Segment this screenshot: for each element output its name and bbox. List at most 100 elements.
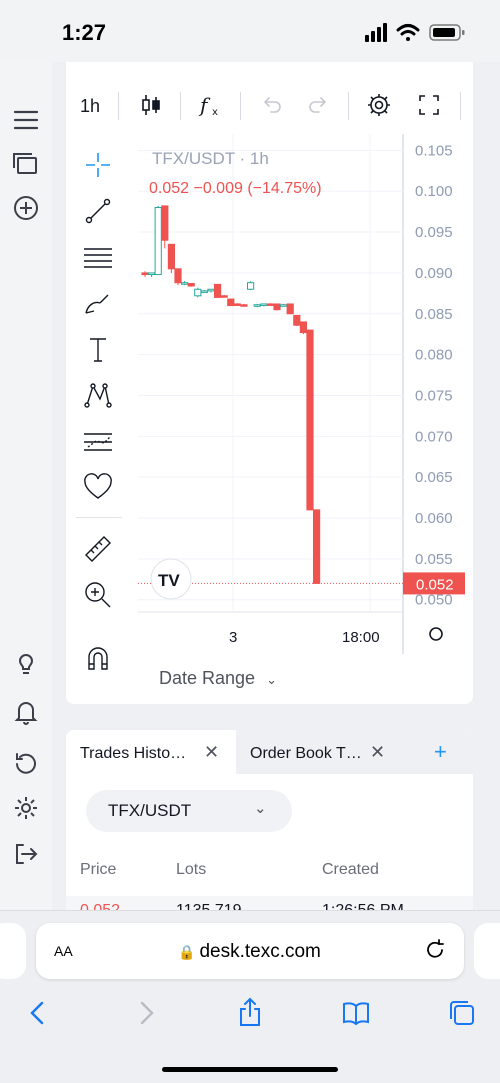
reload-icon[interactable] — [422, 937, 448, 968]
forecast-icon[interactable] — [80, 423, 116, 459]
candle-body — [220, 295, 228, 298]
candle-body — [227, 298, 235, 307]
text-tool-icon[interactable] — [80, 331, 116, 367]
bookmarks-icon[interactable] — [338, 995, 374, 1031]
browser-toolbar: AA 🔒 desk.texc.com — [0, 910, 500, 1083]
share-icon[interactable] — [232, 995, 268, 1031]
candle-body — [167, 243, 175, 270]
logout-icon[interactable] — [8, 836, 44, 872]
tabs-icon[interactable] — [444, 995, 480, 1031]
indicators-icon[interactable]: fx — [198, 92, 224, 123]
drawing-toolbar — [66, 147, 128, 704]
wifi-icon — [396, 24, 420, 41]
chevron-down-icon: ⌄ — [254, 800, 267, 817]
bell-icon[interactable] — [8, 694, 44, 730]
lightbulb-icon[interactable] — [8, 645, 44, 681]
price-tick-label: 0.085 — [415, 306, 453, 323]
date-range-button[interactable]: Date Range ⌄ — [159, 668, 277, 689]
url-display[interactable]: 🔒 desk.texc.com — [178, 941, 321, 963]
back-icon[interactable] — [20, 995, 56, 1031]
candlestick-chart[interactable]: 0.105 0.100 0.095 0.090 0.085 0.080 0.075 0.070… — [138, 134, 473, 704]
fib-retracement-icon[interactable] — [80, 239, 116, 275]
windows-icon[interactable] — [8, 146, 44, 182]
history-icon[interactable] — [8, 746, 44, 782]
axis-settings-icon — [429, 627, 443, 641]
candle-body — [187, 283, 195, 287]
pair-select-value: TFX/USDT — [108, 801, 192, 820]
ruler-icon[interactable] — [80, 531, 116, 567]
candle-body — [148, 272, 156, 276]
column-header-price: Price — [80, 861, 117, 878]
candle-body — [200, 290, 208, 293]
close-icon[interactable]: ✕ — [370, 742, 385, 763]
svg-text:f: f — [198, 93, 211, 117]
time-tick-label: 18:00 — [342, 629, 380, 646]
next-tab-preview[interactable] — [474, 923, 500, 979]
chart-settings-icon[interactable] — [366, 92, 392, 123]
candle-body — [293, 314, 301, 326]
column-header-lots: Lots — [176, 861, 207, 878]
previous-tab-preview[interactable] — [0, 923, 26, 979]
candle-body — [253, 304, 261, 307]
pattern-icon[interactable] — [80, 377, 116, 413]
brush-icon[interactable] — [80, 285, 116, 321]
candle-body — [233, 303, 242, 306]
status-bar: 1:27 — [0, 0, 500, 62]
chevron-down-icon: ⌄ — [266, 672, 277, 687]
price-tick-label: 0.065 — [415, 469, 453, 486]
reader-aa-button[interactable]: AA — [54, 940, 73, 962]
date-range-label: Date Range — [159, 668, 256, 688]
add-circle-icon[interactable] — [8, 190, 44, 226]
menu-icon[interactable] — [8, 102, 44, 138]
candle-body — [161, 205, 169, 241]
trend-line-icon[interactable] — [80, 193, 116, 229]
price-tick-label: 0.100 — [415, 183, 453, 200]
lock-icon: 🔒 — [178, 944, 196, 960]
price-tick-label: 0.070 — [415, 428, 453, 445]
candle-body — [247, 282, 255, 290]
tab-trades-history[interactable]: Trades Histo… ✕ — [66, 730, 236, 774]
url-text: desk.texc.com — [199, 941, 321, 962]
pair-select[interactable]: TFX/USDT ⌄ — [86, 790, 292, 832]
left-rail — [0, 62, 52, 910]
candles-icon[interactable] — [138, 92, 164, 123]
price-tick-label: 0.075 — [415, 387, 453, 404]
candle-body — [306, 329, 314, 511]
cellular-signal-icon — [365, 23, 387, 42]
forward-icon[interactable] — [128, 995, 164, 1031]
column-header-created: Created — [322, 861, 379, 878]
chart-area[interactable]: 0.105 0.100 0.095 0.090 0.085 0.080 0.075 0.070… — [138, 134, 473, 704]
price-tick-label: 0.090 — [415, 265, 453, 282]
favorites-heart-icon[interactable] — [80, 469, 116, 505]
candle-body — [313, 509, 321, 584]
status-icons — [365, 20, 475, 46]
battery-icon — [429, 24, 465, 41]
candle-body — [154, 207, 162, 276]
undo-icon[interactable] — [258, 92, 284, 123]
interval-button[interactable]: 1h — [80, 96, 100, 117]
crosshair-icon[interactable] — [80, 147, 116, 183]
status-time: 1:27 — [62, 20, 107, 45]
magnet-icon[interactable] — [80, 641, 116, 677]
tab-label: Trades Histo… — [80, 745, 187, 762]
candle-body — [174, 268, 182, 284]
candle-body — [266, 303, 275, 306]
last-price-label: 0.052 — [416, 576, 454, 593]
zoom-in-icon[interactable] — [80, 577, 116, 613]
fullscreen-icon[interactable] — [416, 92, 442, 123]
candle-body — [260, 303, 268, 306]
settings-icon[interactable] — [8, 790, 44, 826]
price-tick-label: 0.055 — [415, 551, 453, 568]
tab-label: Order Book T… — [250, 745, 362, 762]
close-icon[interactable]: ✕ — [204, 742, 219, 763]
add-tab-button[interactable]: + — [408, 730, 473, 774]
tab-order-book[interactable]: Order Book T… ✕ — [236, 730, 408, 774]
price-tick-label: 0.080 — [415, 347, 453, 364]
candle-body — [286, 303, 294, 315]
quote-line: 0.052 −0.009 (−14.75%) — [149, 180, 322, 197]
candle-body — [240, 304, 248, 307]
chart-panel: 1h fx 0.105 0.100 0.095 0.090 0.085 0.08… — [66, 62, 473, 704]
candle-body — [141, 272, 149, 276]
address-bar[interactable]: AA 🔒 desk.texc.com — [36, 923, 464, 979]
redo-icon[interactable] — [306, 92, 332, 123]
